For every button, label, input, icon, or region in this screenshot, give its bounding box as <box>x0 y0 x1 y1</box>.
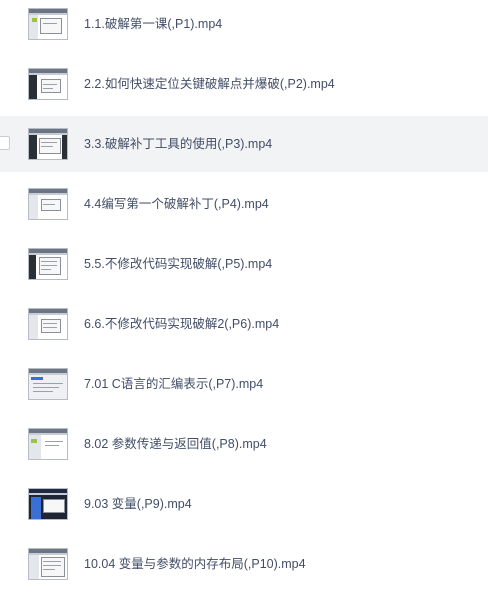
file-name[interactable]: 8.02 参数传递与返回值(,P8).mp4 <box>84 416 267 472</box>
video-thumbnail-icon <box>28 488 68 520</box>
file-name[interactable]: 10.04 变量与参数的内存布局(,P10).mp4 <box>84 536 306 592</box>
file-row[interactable]: 2.2.如何快速定位关键破解点并爆破(,P2).mp4 <box>0 56 488 112</box>
file-row-hovered[interactable]: 3.3.破解补丁工具的使用(,P3).mp4 <box>0 116 488 172</box>
video-thumbnail-icon <box>28 68 68 100</box>
file-row[interactable]: 4.4编写第一个破解补丁(,P4).mp4 <box>0 176 488 232</box>
file-name[interactable]: 6.6.不修改代码实现破解2(,P6).mp4 <box>84 296 279 352</box>
file-name[interactable]: 7.01 C语言的汇编表示(,P7).mp4 <box>84 356 263 412</box>
video-thumbnail-icon <box>28 8 68 40</box>
file-name[interactable]: 5.5.不修改代码实现破解(,P5).mp4 <box>84 236 272 292</box>
file-row[interactable]: 8.02 参数传递与返回值(,P8).mp4 <box>0 416 488 472</box>
video-thumbnail-icon <box>28 128 68 160</box>
file-row[interactable]: 7.01 C语言的汇编表示(,P7).mp4 <box>0 356 488 412</box>
file-name[interactable]: 9.03 变量(,P9).mp4 <box>84 476 192 532</box>
video-thumbnail-icon <box>28 368 68 400</box>
video-thumbnail-icon <box>28 308 68 340</box>
file-row[interactable]: 6.6.不修改代码实现破解2(,P6).mp4 <box>0 296 488 352</box>
video-thumbnail-icon <box>28 548 68 580</box>
file-name[interactable]: 4.4编写第一个破解补丁(,P4).mp4 <box>84 176 269 232</box>
file-row[interactable]: 5.5.不修改代码实现破解(,P5).mp4 <box>0 236 488 292</box>
file-name[interactable]: 1.1.破解第一课(,P1).mp4 <box>84 0 222 52</box>
video-thumbnail-icon <box>28 248 68 280</box>
row-checkbox[interactable] <box>0 136 10 150</box>
file-list: 1.1.破解第一课(,P1).mp4 2.2.如何快速定位关键破解点并爆破(,P… <box>0 0 488 604</box>
file-name[interactable]: 3.3.破解补丁工具的使用(,P3).mp4 <box>84 116 272 172</box>
file-row[interactable]: 1.1.破解第一课(,P1).mp4 <box>0 0 488 52</box>
file-name[interactable]: 2.2.如何快速定位关键破解点并爆破(,P2).mp4 <box>84 56 335 112</box>
file-row[interactable]: 9.03 变量(,P9).mp4 <box>0 476 488 532</box>
video-thumbnail-icon <box>28 188 68 220</box>
file-row[interactable]: 10.04 变量与参数的内存布局(,P10).mp4 <box>0 536 488 592</box>
video-thumbnail-icon <box>28 428 68 460</box>
